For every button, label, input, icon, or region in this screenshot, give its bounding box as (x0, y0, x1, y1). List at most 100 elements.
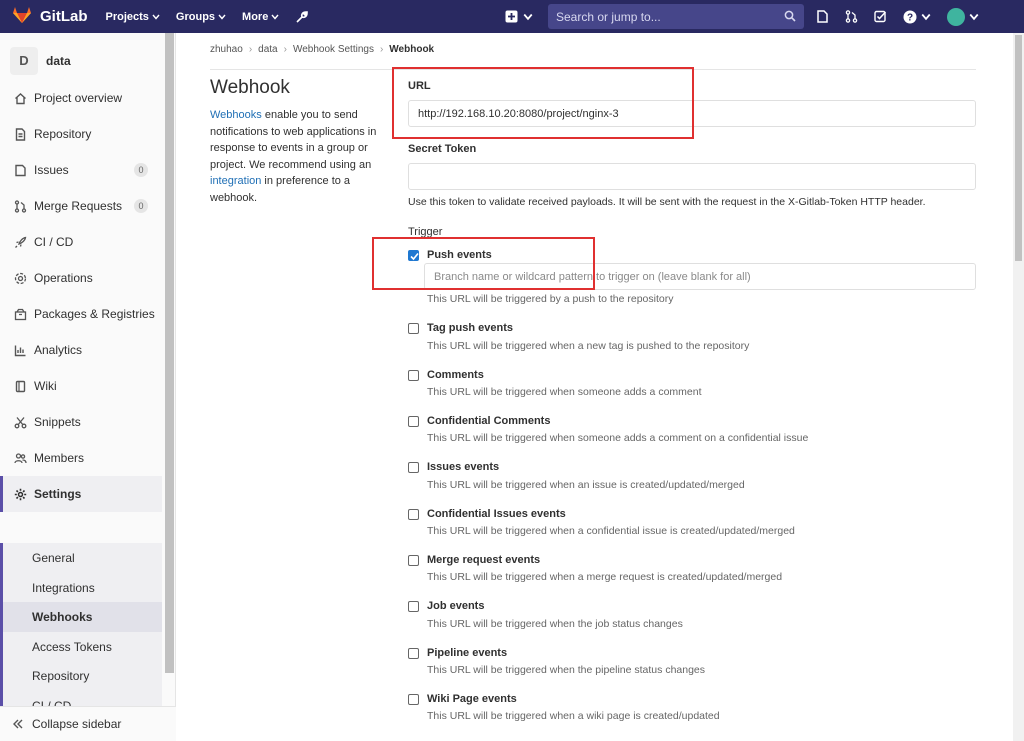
todo-check-icon (874, 10, 887, 23)
sidebar-item-label: Snippets (34, 415, 81, 429)
chevron-down-icon (921, 13, 931, 20)
sidebar-item-project-overview[interactable]: Project overview (0, 80, 162, 116)
breadcrumb-current[interactable]: Webhook (389, 44, 434, 55)
project-name: data (46, 53, 71, 68)
push-events-checkbox[interactable] (408, 250, 419, 261)
settings-sub-integrations[interactable]: Integrations (3, 573, 162, 603)
double-chevron-left-icon (12, 718, 24, 730)
page-scrollbar-thumb[interactable] (1015, 35, 1022, 261)
home-icon (12, 90, 28, 106)
confidential-issues-events-label[interactable]: Confidential Issues events (427, 508, 566, 520)
top-navbar: GitLab Projects Groups More Search or ju… (0, 0, 1024, 33)
chevron-down-icon (218, 14, 226, 20)
sidebar-item-label: Analytics (34, 343, 83, 357)
push-events-branch-filter-input[interactable]: Branch name or wildcard pattern to trigg… (424, 263, 976, 290)
wiki-page-events-checkbox[interactable] (408, 694, 419, 705)
merge-request-events-label[interactable]: Merge request events (427, 554, 540, 566)
webhooks-docs-link[interactable]: Webhooks (210, 109, 262, 121)
project-avatar: D (10, 46, 38, 75)
breadcrumb-item[interactable]: zhuhao (210, 44, 243, 55)
issues-icon (12, 162, 28, 178)
wiki-page-events-description: This URL will be triggered when a wiki p… (427, 710, 720, 722)
merge-requests-button[interactable] (845, 10, 858, 23)
sidebar-item-merge-requests[interactable]: Merge Requests 0 (0, 188, 162, 224)
chevron-down-icon (523, 13, 533, 20)
sidebar-item-label: Merge Requests (34, 199, 123, 213)
pipeline-events-description: This URL will be triggered when the pipe… (427, 664, 706, 676)
sidebar-item-settings[interactable]: Settings (0, 476, 162, 512)
sidebar-item-label: Repository (34, 127, 92, 141)
url-input[interactable]: http://192.168.10.20:8080/project/nginx-… (408, 100, 976, 127)
chevron-down-icon (152, 14, 160, 20)
issues-events-label[interactable]: Issues events (427, 461, 499, 473)
sidebar-item-ci-cd[interactable]: CI / CD (0, 224, 162, 260)
new-item-dropdown[interactable] (505, 10, 533, 23)
collapse-sidebar-button[interactable]: Collapse sidebar (0, 706, 176, 741)
settings-sub-access-tokens[interactable]: Access Tokens (3, 632, 162, 662)
settings-sub-general[interactable]: General (3, 543, 162, 573)
sidebar-item-issues[interactable]: Issues 0 (0, 152, 162, 188)
pipeline-events-checkbox[interactable] (408, 648, 419, 659)
secret-token-help: Use this token to validate received payl… (408, 196, 926, 208)
nav-projects-dropdown[interactable]: Projects (106, 11, 160, 23)
todos-button[interactable] (874, 10, 887, 23)
brand-name: GitLab (40, 8, 88, 25)
comments-checkbox[interactable] (408, 370, 419, 381)
search-icon (784, 10, 796, 22)
job-events-label[interactable]: Job events (427, 600, 484, 612)
sidebar-item-operations[interactable]: Operations (0, 260, 162, 296)
chevron-down-icon (969, 13, 979, 20)
nav-more-label: More (242, 10, 269, 23)
nav-projects-label: Projects (105, 10, 149, 23)
settings-sub-repository[interactable]: Repository (3, 661, 162, 691)
help-icon: ? (903, 10, 917, 23)
tag-push-events-description: This URL will be triggered when a new ta… (427, 340, 750, 352)
sidebar-item-packages-registries[interactable]: Packages & Registries (0, 296, 162, 332)
merge-request-events-checkbox[interactable] (408, 555, 419, 566)
breadcrumb-item[interactable]: data (258, 44, 277, 55)
sidebar-item-members[interactable]: Members (0, 440, 162, 476)
nav-more-dropdown[interactable]: More (242, 11, 279, 23)
sidebar-item-wiki[interactable]: Wiki (0, 368, 162, 404)
sidebar-item-label: Members (34, 451, 85, 465)
todos-issues-button[interactable] (816, 10, 829, 23)
confidential-comments-checkbox[interactable] (408, 416, 419, 427)
sidebar-item-repository[interactable]: Repository (0, 116, 162, 152)
sidebar-item-snippets[interactable]: Snippets (0, 404, 162, 440)
sidebar-item-label: Wiki (34, 379, 57, 393)
issues-events-checkbox[interactable] (408, 462, 419, 473)
user-avatar (947, 7, 965, 26)
breadcrumb-separator-icon: › (283, 44, 287, 55)
sidebar-item-analytics[interactable]: Analytics (0, 332, 162, 368)
rocket-icon (12, 234, 28, 250)
help-dropdown[interactable]: ? (903, 10, 931, 24)
secret-token-input[interactable] (408, 163, 976, 190)
page-scrollbar[interactable] (1013, 33, 1024, 741)
confidential-comments-label[interactable]: Confidential Comments (427, 415, 550, 427)
merge-request-events-description: This URL will be triggered when a merge … (427, 571, 783, 583)
wiki-page-events-label[interactable]: Wiki Page events (427, 693, 517, 705)
scissors-icon (12, 414, 28, 430)
integration-link[interactable]: integration (210, 175, 261, 187)
sidebar-item-label: Packages & Registries (34, 307, 155, 321)
chevron-down-icon (271, 14, 279, 20)
tag-push-events-label[interactable]: Tag push events (427, 322, 513, 334)
breadcrumb-item[interactable]: Webhook Settings (293, 44, 374, 55)
admin-wrench-button[interactable] (295, 10, 309, 24)
sidebar-project-header[interactable]: D data (0, 33, 175, 79)
user-menu-dropdown[interactable] (947, 7, 979, 26)
search-input[interactable]: Search or jump to... (548, 4, 804, 29)
sidebar-scrollbar[interactable] (165, 33, 174, 673)
gitlab-home-link[interactable]: GitLab (12, 6, 88, 27)
job-events-checkbox[interactable] (408, 601, 419, 612)
tag-push-events-checkbox[interactable] (408, 323, 419, 334)
pipeline-events-label[interactable]: Pipeline events (427, 647, 507, 659)
page-title: Webhook (210, 77, 290, 98)
breadcrumb: zhuhao › data › Webhook Settings › Webho… (210, 44, 976, 70)
confidential-issues-events-checkbox[interactable] (408, 509, 419, 520)
nav-groups-dropdown[interactable]: Groups (176, 11, 226, 23)
settings-sub-webhooks[interactable]: Webhooks (3, 602, 162, 632)
comments-label[interactable]: Comments (427, 369, 484, 381)
push-events-label[interactable]: Push events (427, 249, 492, 261)
page-description: Webhooks enable you to send notification… (210, 107, 390, 206)
